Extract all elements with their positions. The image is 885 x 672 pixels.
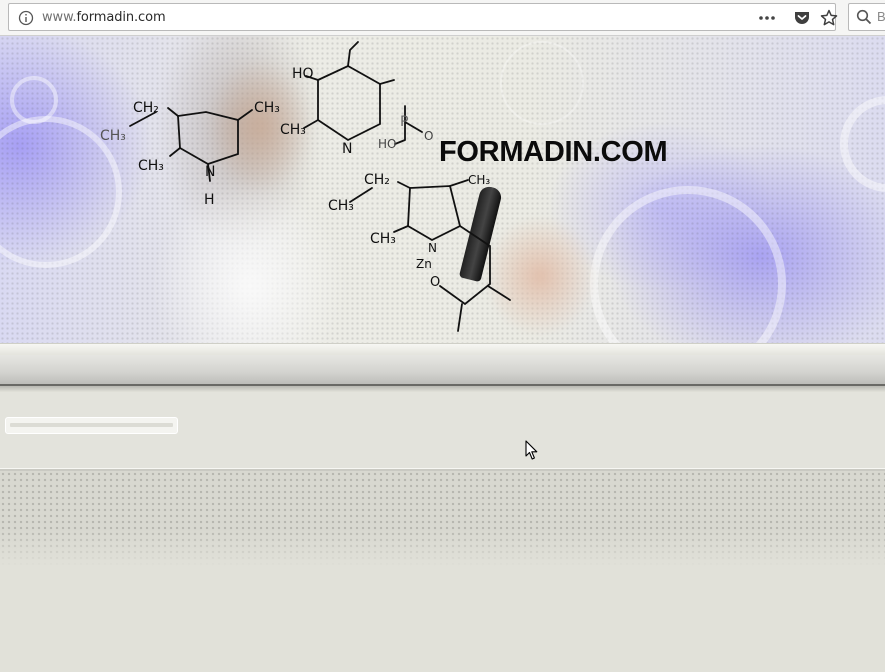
chem-label: N bbox=[205, 164, 215, 180]
cursor-icon bbox=[525, 440, 538, 460]
chem-label: CH₃ bbox=[468, 173, 490, 187]
search-icon bbox=[856, 9, 872, 25]
chem-label: P bbox=[400, 114, 408, 130]
chem-label: H bbox=[204, 192, 215, 208]
info-icon[interactable] bbox=[18, 10, 34, 26]
chem-label: CH₃ bbox=[138, 158, 164, 174]
empty-input-box[interactable] bbox=[5, 417, 178, 434]
url-text[interactable]: www.formadin.com bbox=[42, 10, 166, 25]
url-domain: formadin.com bbox=[76, 10, 166, 25]
search-placeholder: B bbox=[877, 9, 885, 24]
address-bar[interactable]: www.formadin.com bbox=[8, 3, 838, 31]
chemical-structure-drawing: CH₂ CH₃ CH₃ CH₃ N H HO CH₃ N P HO O CH₂ … bbox=[100, 41, 511, 332]
chem-label: CH₂ bbox=[133, 100, 159, 116]
browser-toolbar: www.formadin.com B bbox=[0, 0, 885, 36]
main-content bbox=[0, 392, 885, 468]
nav-bar bbox=[0, 355, 885, 386]
url-prefix: www. bbox=[42, 10, 77, 25]
chem-label: HO bbox=[378, 137, 396, 151]
chem-label: CH₃ bbox=[100, 128, 126, 144]
search-box[interactable]: B bbox=[848, 3, 885, 31]
chem-label: N bbox=[428, 241, 437, 255]
chem-label: O bbox=[424, 129, 433, 143]
nav-bar-top-strip bbox=[0, 343, 885, 355]
chem-label: CH₃ bbox=[254, 100, 280, 116]
chem-label: HO bbox=[292, 66, 314, 82]
chem-label: CH₃ bbox=[280, 122, 306, 138]
chem-label: N bbox=[342, 141, 352, 157]
chem-label: CH₃ bbox=[370, 231, 396, 247]
header-banner: CH₂ CH₃ CH₃ CH₃ N H HO CH₃ N P HO O CH₂ … bbox=[0, 36, 885, 343]
site-title: FORMADIN.COM bbox=[439, 136, 668, 168]
chem-label: O bbox=[430, 275, 440, 290]
chem-label: CH₃ bbox=[328, 198, 354, 214]
pocket-icon[interactable] bbox=[793, 9, 811, 27]
star-icon[interactable] bbox=[820, 9, 838, 27]
empty-input-inner bbox=[10, 423, 173, 427]
chem-label: Zn bbox=[416, 257, 432, 271]
footer-pattern bbox=[0, 471, 885, 567]
chem-label: CH₂ bbox=[364, 172, 390, 188]
more-icon[interactable] bbox=[757, 10, 777, 26]
